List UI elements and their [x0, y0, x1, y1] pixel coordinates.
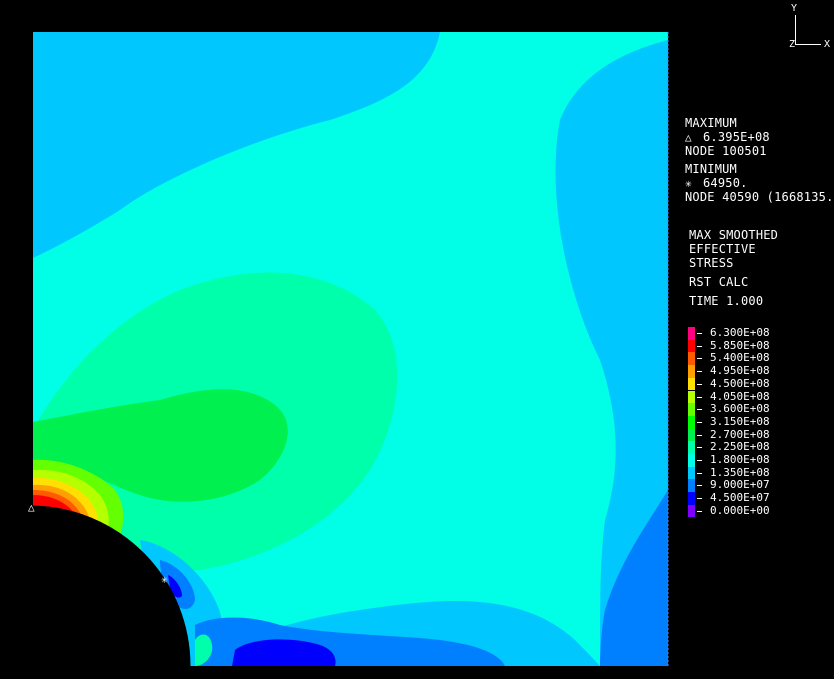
- legend-tick: [697, 345, 702, 347]
- triad-y-label: Y: [791, 3, 798, 14]
- maximum-value: 6.395E+08: [703, 130, 770, 144]
- legend-tick: [697, 371, 702, 373]
- legend-tick: [697, 358, 702, 360]
- triad-x-label: X: [824, 39, 831, 50]
- axis-triad: Y Z X: [784, 2, 834, 52]
- legend-swatch: [688, 466, 695, 480]
- legend-tick: [697, 396, 702, 398]
- legend-tick: [697, 434, 702, 436]
- legend-tick: [697, 510, 702, 512]
- legend-tick: [697, 485, 702, 487]
- minimum-marker-icon: ✳: [161, 573, 168, 586]
- time-label: TIME 1.000: [689, 294, 764, 308]
- plot-title-line-2: EFFECTIVE: [689, 242, 756, 256]
- legend-label: 4.950E+08: [710, 364, 770, 378]
- legend-label: 4.500E+08: [710, 376, 770, 390]
- legend-label: 0.000E+00: [710, 503, 770, 517]
- maximum-symbol-icon: △: [685, 131, 692, 144]
- legend-swatch: [688, 415, 695, 429]
- legend-swatch: [688, 403, 695, 416]
- legend-swatch: [688, 390, 695, 404]
- legend-swatch: [688, 428, 695, 442]
- legend-swatch: [688, 479, 695, 493]
- contour-plot-viewport[interactable]: [0, 0, 834, 679]
- maximum-label: MAXIMUM: [685, 116, 737, 130]
- legend-swatch: [688, 339, 695, 353]
- legend-tick: [697, 472, 702, 474]
- legend-tick: [697, 409, 702, 411]
- plot-title-line-3: STRESS: [689, 256, 734, 270]
- legend-swatch: [688, 352, 695, 366]
- legend-label: 6.300E+08: [710, 326, 770, 339]
- legend-label: 4.500E+07: [710, 491, 770, 505]
- legend-swatch: [688, 377, 695, 391]
- maximum-marker-icon: △: [28, 501, 35, 514]
- triad-x-axis: [795, 44, 821, 45]
- minimum-symbol-icon: ✳: [685, 177, 692, 190]
- legend-swatch: [688, 365, 695, 378]
- legend-label: 1.800E+08: [710, 453, 770, 466]
- minimum-value: 64950.: [703, 176, 748, 190]
- legend-tick: [697, 383, 702, 385]
- legend-swatch: [688, 454, 695, 467]
- legend-tick: [697, 447, 702, 449]
- result-set-label: RST CALC: [689, 275, 749, 289]
- legend-swatch: [688, 504, 695, 518]
- minimum-node: NODE 40590 (1668135.): [685, 190, 834, 204]
- minimum-label: MINIMUM: [685, 162, 737, 176]
- legend-swatch: [688, 327, 695, 340]
- legend-label: 3.600E+08: [710, 402, 770, 416]
- legend-swatch: [688, 441, 695, 454]
- legend-tick: [697, 421, 702, 423]
- stress-contour-field: [33, 32, 668, 666]
- plot-title-line-1: MAX SMOOTHED: [689, 228, 779, 242]
- maximum-node: NODE 100501: [685, 144, 767, 158]
- legend-swatch: [688, 492, 695, 505]
- legend-label: 3.150E+08: [710, 414, 770, 428]
- legend-tick: [697, 460, 702, 461]
- legend-tick: [697, 498, 702, 500]
- legend-tick: [697, 333, 702, 334]
- triad-z-label: Z: [789, 39, 796, 50]
